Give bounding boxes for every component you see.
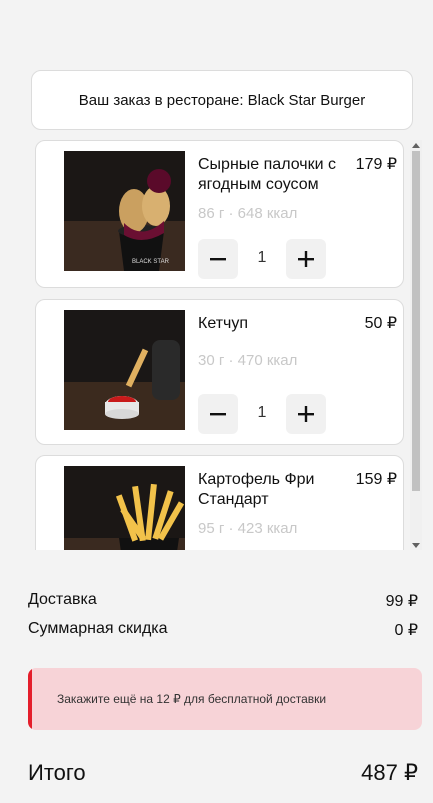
total-label: Итого [28,760,86,785]
scrollbar-thumb[interactable] [412,151,420,491]
quantity-value: 1 [257,404,267,421]
cart-list-scrollbar[interactable] [410,140,422,550]
cart-item: Кетчуп 50 ₽ 30 г · 470 ккал 1 [35,299,404,445]
product-image-fries [64,466,185,550]
cart-item: Картофель Фри Стандарт 159 ₽ 95 г · 423 … [35,455,404,550]
notice-accent-bar [28,668,32,730]
order-restaurant-header: Ваш заказ в ресторане: Black Star Burger [31,70,413,130]
cart-item-price: 50 ₽ [364,315,397,332]
minus-icon [210,258,226,261]
product-image-cheese-sticks: BLACK STAR [64,151,185,271]
order-restaurant-text: Ваш заказ в ресторане: Black Star Burger [78,91,366,109]
plus-icon [298,251,314,267]
cart-item-meta: 30 г · 470 ккал [198,352,298,369]
total-value: 487 ₽ [361,760,418,785]
total-row: Итого 487 ₽ [28,760,418,786]
cart-item-name: Кетчуп [198,315,249,332]
increase-quantity-button[interactable] [286,239,326,279]
cart-item-meta: 86 г · 648 ккал [198,205,298,222]
svg-text:BLACK STAR: BLACK STAR [132,259,170,265]
cart-item-price: 159 ₽ [355,471,397,488]
plus-icon [298,406,314,422]
delivery-label: Доставка [28,591,97,608]
discount-row: Суммарная скидка 0 ₽ [28,620,418,640]
decrease-quantity-button[interactable] [198,394,238,434]
scroll-up-arrow[interactable] [410,140,422,150]
quantity-value: 1 [257,249,267,266]
delivery-value: 99 ₽ [385,593,418,610]
product-image-ketchup [64,310,185,430]
cart-item: BLACK STAR Сырные палочки с ягодным соус… [35,140,404,288]
free-delivery-notice-text: Закажите ещё на 12 ₽ для бесплатной дост… [57,692,327,706]
cart-items-list[interactable]: BLACK STAR Сырные палочки с ягодным соус… [35,140,422,550]
free-delivery-notice: Закажите ещё на 12 ₽ для бесплатной дост… [28,668,422,730]
increase-quantity-button[interactable] [286,394,326,434]
cart-item-name: Сырные палочки с ягодным соусом [198,156,336,193]
delivery-row: Доставка 99 ₽ [28,591,418,611]
cart-item-name: Картофель Фри Стандарт [198,471,315,508]
minus-icon [210,413,226,416]
discount-label: Суммарная скидка [28,620,168,637]
decrease-quantity-button[interactable] [198,239,238,279]
cart-item-price: 179 ₽ [355,156,397,173]
scroll-down-arrow[interactable] [410,540,422,550]
cart-item-meta: 95 г · 423 ккал [198,520,298,537]
discount-value: 0 ₽ [394,622,418,639]
